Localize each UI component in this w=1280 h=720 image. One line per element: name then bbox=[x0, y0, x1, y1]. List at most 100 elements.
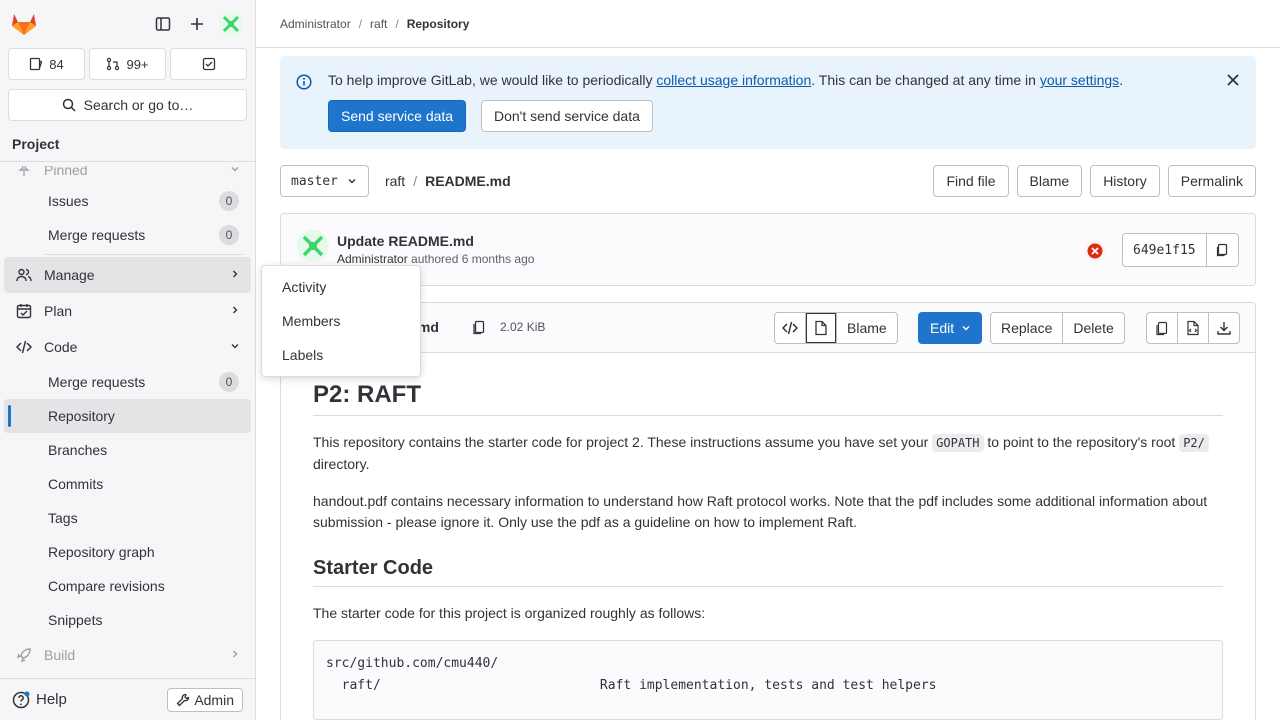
copy-path-icon[interactable] bbox=[472, 319, 486, 338]
history-button[interactable]: History bbox=[1090, 165, 1160, 197]
code-icon bbox=[782, 321, 798, 335]
sidebar-item-commits[interactable]: Commits bbox=[4, 467, 251, 501]
sidebar-item-tags[interactable]: Tags bbox=[4, 501, 251, 535]
commit-sha[interactable]: 649e1f15 bbox=[1122, 233, 1207, 267]
collect-usage-link[interactable]: collect usage information bbox=[656, 72, 811, 88]
breadcrumb-current[interactable]: Repository bbox=[407, 17, 470, 31]
sidebar-item-pinned-issues[interactable]: Issues 0 bbox=[4, 184, 251, 218]
code-icon bbox=[14, 339, 34, 355]
sidebar-item-branches[interactable]: Branches bbox=[4, 433, 251, 467]
raw-file-icon bbox=[1187, 320, 1199, 336]
user-avatar[interactable] bbox=[215, 8, 247, 40]
copy-contents-button[interactable] bbox=[1146, 312, 1178, 344]
commit-meta: Administrator authored 6 months ago bbox=[337, 252, 534, 266]
usage-data-banner: To help improve GitLab, we would like to… bbox=[280, 56, 1256, 149]
chevron-right-icon bbox=[229, 303, 241, 319]
your-settings-link[interactable]: your settings bbox=[1040, 72, 1119, 88]
sidebar-group-label: Code bbox=[44, 339, 78, 355]
admin-label: Admin bbox=[194, 691, 234, 708]
readme-text: directory. bbox=[313, 456, 370, 472]
readme-subheading: Starter Code bbox=[313, 557, 1223, 587]
branch-selector[interactable]: master bbox=[280, 165, 369, 197]
path-file[interactable]: README.md bbox=[425, 173, 511, 189]
info-icon bbox=[296, 74, 312, 93]
admin-button[interactable]: Admin bbox=[167, 687, 243, 712]
path-project[interactable]: raft bbox=[385, 173, 405, 189]
count-badge: 0 bbox=[219, 225, 239, 245]
sidebar-item-label: Tags bbox=[48, 510, 78, 526]
permalink-button[interactable]: Permalink bbox=[1167, 165, 1256, 197]
find-file-button[interactable]: Find file bbox=[933, 165, 1009, 197]
commit-time: authored 6 months ago bbox=[411, 252, 535, 266]
sidebar-item-merge-requests[interactable]: Merge requests 0 bbox=[4, 365, 251, 399]
rich-view-button[interactable] bbox=[805, 312, 837, 344]
blame-view-button[interactable]: Blame bbox=[836, 312, 898, 344]
pin-icon bbox=[14, 166, 34, 177]
readme-content: P2: RAFT This repository contains the st… bbox=[281, 353, 1255, 720]
help-button[interactable]: Help bbox=[12, 691, 67, 709]
breadcrumb-project[interactable]: raft bbox=[370, 17, 387, 31]
merge-requests-count: 99+ bbox=[126, 56, 149, 72]
code-line: raft/ Raft implementation, tests and tes… bbox=[326, 678, 937, 693]
send-service-data-button[interactable]: Send service data bbox=[328, 100, 467, 132]
pipeline-failed-icon[interactable] bbox=[1084, 240, 1106, 265]
banner-text: To help improve GitLab, we would like to… bbox=[328, 72, 657, 88]
commit-author[interactable]: Administrator bbox=[337, 252, 408, 266]
divider bbox=[44, 254, 243, 255]
sidebar-group-manage[interactable]: Manage bbox=[4, 257, 251, 293]
search-icon bbox=[62, 98, 76, 112]
edit-label: Edit bbox=[930, 320, 955, 336]
download-icon bbox=[1217, 322, 1231, 335]
flyout-item-activity[interactable]: Activity bbox=[262, 270, 420, 304]
commit-title[interactable]: Update README.md bbox=[337, 233, 474, 249]
pinned-section[interactable]: Pinned bbox=[4, 166, 251, 184]
sidebar-item-compare-revisions[interactable]: Compare revisions bbox=[4, 569, 251, 603]
chevron-down-icon bbox=[229, 166, 241, 178]
dont-send-service-data-button[interactable]: Don't send service data bbox=[481, 100, 653, 132]
sidebar-group-build[interactable]: Build bbox=[4, 637, 251, 673]
close-icon[interactable] bbox=[1226, 73, 1240, 90]
issues-count: 84 bbox=[49, 56, 64, 72]
sidebar-item-label: Issues bbox=[48, 193, 89, 209]
merge-requests-button[interactable]: 99+ bbox=[89, 48, 166, 80]
search-button[interactable]: Search or go to… bbox=[8, 89, 247, 121]
sidebar-item-label: Compare revisions bbox=[48, 578, 165, 594]
rocket-icon bbox=[14, 647, 34, 663]
sidebar-item-repository-graph[interactable]: Repository graph bbox=[4, 535, 251, 569]
sidebar-item-label: Merge requests bbox=[48, 374, 146, 390]
download-button[interactable] bbox=[1208, 312, 1240, 344]
source-view-button[interactable] bbox=[774, 312, 806, 344]
replace-button[interactable]: Replace bbox=[990, 312, 1064, 344]
sidebar-item-repository[interactable]: Repository bbox=[4, 399, 251, 433]
sidebar-group-code[interactable]: Code bbox=[4, 329, 251, 365]
breadcrumb-root[interactable]: Administrator bbox=[280, 17, 351, 31]
sidebar-item-label: Merge requests bbox=[48, 227, 146, 243]
chevron-down-icon bbox=[348, 179, 356, 184]
sidebar-group-plan[interactable]: Plan bbox=[4, 293, 251, 329]
copy-sha-button[interactable] bbox=[1206, 233, 1239, 267]
commit-author-avatar[interactable] bbox=[297, 230, 329, 265]
edit-button[interactable]: Edit bbox=[918, 312, 983, 344]
delete-button[interactable]: Delete bbox=[1062, 312, 1125, 344]
chevron-right-icon bbox=[229, 267, 241, 283]
toggle-sidebar-icon[interactable] bbox=[147, 8, 179, 40]
file-path: raft / README.md bbox=[384, 173, 511, 189]
inline-code: P2/ bbox=[1179, 434, 1209, 452]
banner-message: To help improve GitLab, we would like to… bbox=[328, 72, 1123, 88]
users-icon bbox=[14, 267, 34, 283]
assigned-issues-button[interactable]: 84 bbox=[8, 48, 85, 80]
blame-button[interactable]: Blame bbox=[1016, 165, 1083, 197]
flyout-item-members[interactable]: Members bbox=[262, 304, 420, 338]
open-raw-button[interactable] bbox=[1177, 312, 1209, 344]
count-badge: 0 bbox=[219, 372, 239, 392]
sidebar-item-pinned-merge-requests[interactable]: Merge requests 0 bbox=[4, 218, 251, 252]
issues-icon bbox=[30, 57, 43, 71]
planning-icon bbox=[14, 303, 34, 319]
todos-button[interactable] bbox=[170, 48, 247, 80]
gitlab-logo-icon[interactable] bbox=[8, 8, 40, 40]
search-label: Search or go to… bbox=[83, 97, 194, 113]
sidebar-item-snippets[interactable]: Snippets bbox=[4, 603, 251, 637]
readme-heading: P2: RAFT bbox=[313, 381, 1223, 416]
create-new-icon[interactable] bbox=[181, 8, 213, 40]
flyout-item-labels[interactable]: Labels bbox=[262, 338, 420, 372]
